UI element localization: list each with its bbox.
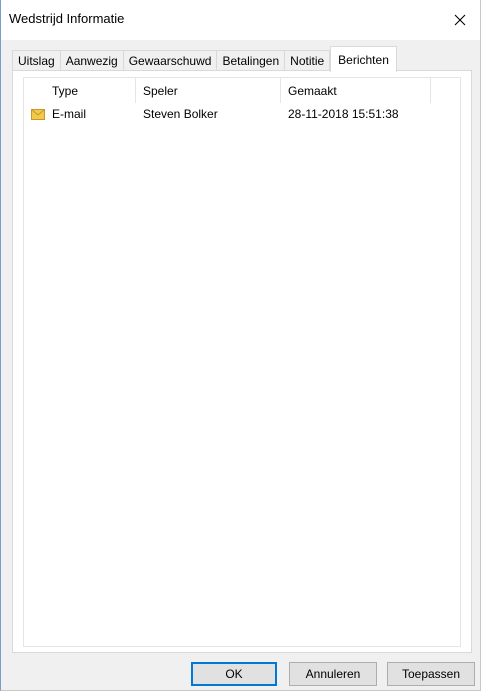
column-header-gemaakt[interactable]: Gemaakt xyxy=(281,78,431,103)
messages-list[interactable]: Type Speler Gemaakt E-mail Steven Bolker… xyxy=(23,77,461,647)
list-item-type: E-mail xyxy=(52,107,87,121)
apply-button[interactable]: Toepassen xyxy=(387,662,475,686)
list-item-speler: Steven Bolker xyxy=(143,107,218,121)
ok-button[interactable]: OK xyxy=(191,662,277,686)
column-header-icon[interactable] xyxy=(24,78,51,103)
column-header-type[interactable]: Type xyxy=(51,78,136,103)
dialog-window: Wedstrijd Informatie Uitslag Aanwezig Ge… xyxy=(0,0,481,691)
list-item-gemaakt: 28-11-2018 15:51:38 xyxy=(288,107,399,121)
column-header-speler[interactable]: Speler xyxy=(136,78,281,103)
close-button[interactable] xyxy=(440,0,480,40)
tab-uitslag[interactable]: Uitslag xyxy=(12,50,61,71)
window-title: Wedstrijd Informatie xyxy=(9,11,125,26)
tab-panel-berichten: Type Speler Gemaakt E-mail Steven Bolker… xyxy=(12,70,472,653)
list-header: Type Speler Gemaakt xyxy=(24,78,460,103)
tab-aanwezig[interactable]: Aanwezig xyxy=(59,50,124,71)
tab-gewaarschuwd[interactable]: Gewaarschuwd xyxy=(122,50,218,71)
tab-strip: Uitslag Aanwezig Gewaarschuwd Betalingen… xyxy=(12,45,397,72)
tab-betalingen[interactable]: Betalingen xyxy=(216,50,286,71)
close-icon xyxy=(454,14,466,26)
title-bar[interactable]: Wedstrijd Informatie xyxy=(1,0,480,40)
tab-notitie[interactable]: Notitie xyxy=(284,50,331,71)
list-item-icon-cell xyxy=(24,108,51,120)
cancel-button[interactable]: Annuleren xyxy=(289,662,377,686)
tab-berichten[interactable]: Berichten xyxy=(330,46,397,72)
list-item[interactable]: E-mail Steven Bolker 28-11-2018 15:51:38 xyxy=(24,104,460,124)
envelope-icon xyxy=(30,108,45,120)
